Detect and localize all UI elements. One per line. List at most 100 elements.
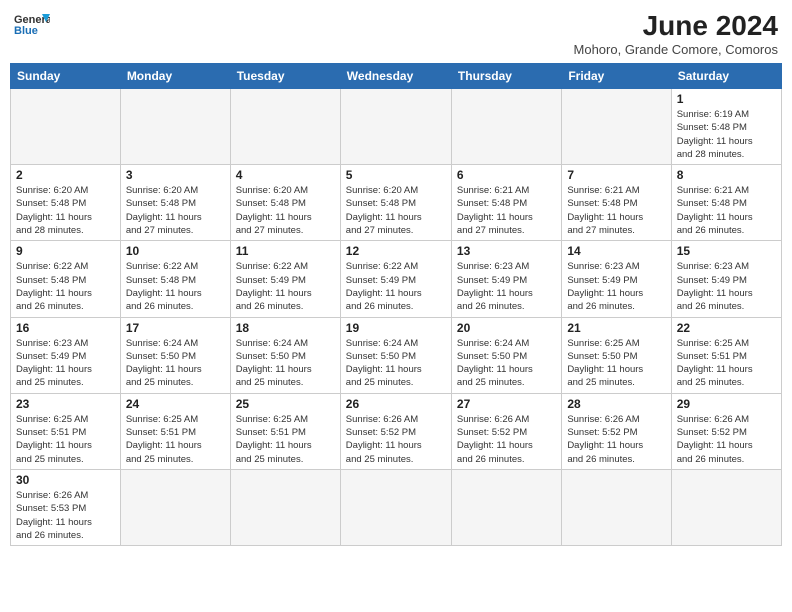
calendar-cell: [340, 469, 451, 545]
day-info: Sunrise: 6:25 AM Sunset: 5:51 PM Dayligh…: [677, 337, 776, 390]
day-number: 7: [567, 168, 665, 182]
day-number: 2: [16, 168, 115, 182]
weekday-header-monday: Monday: [120, 64, 230, 89]
day-info: Sunrise: 6:25 AM Sunset: 5:51 PM Dayligh…: [126, 413, 225, 466]
svg-text:Blue: Blue: [14, 25, 38, 37]
weekday-header-tuesday: Tuesday: [230, 64, 340, 89]
location-subtitle: Mohoro, Grande Comore, Comoros: [574, 42, 778, 57]
calendar-cell: 8 Sunrise: 6:21 AM Sunset: 5:48 PM Daylig…: [671, 165, 781, 241]
day-number: 1: [677, 92, 776, 106]
day-number: 5: [346, 168, 446, 182]
day-info: Sunrise: 6:20 AM Sunset: 5:48 PM Dayligh…: [126, 184, 225, 237]
day-info: Sunrise: 6:24 AM Sunset: 5:50 PM Dayligh…: [126, 337, 225, 390]
calendar-row-2: 2 Sunrise: 6:20 AM Sunset: 5:48 PM Daylig…: [11, 165, 782, 241]
day-number: 4: [236, 168, 335, 182]
calendar-cell: [340, 89, 451, 165]
day-info: Sunrise: 6:19 AM Sunset: 5:48 PM Dayligh…: [677, 108, 776, 161]
calendar-cell: [671, 469, 781, 545]
day-number: 28: [567, 397, 665, 411]
day-number: 21: [567, 321, 665, 335]
day-info: Sunrise: 6:22 AM Sunset: 5:49 PM Dayligh…: [236, 260, 335, 313]
day-number: 23: [16, 397, 115, 411]
weekday-header-thursday: Thursday: [451, 64, 561, 89]
calendar-cell: 23Sunrise: 6:25 AM Sunset: 5:51 PM Dayli…: [11, 393, 121, 469]
day-number: 11: [236, 244, 335, 258]
day-number: 9: [16, 244, 115, 258]
calendar-cell: [230, 89, 340, 165]
month-title: June 2024: [574, 10, 778, 42]
day-info: Sunrise: 6:20 AM Sunset: 5:48 PM Dayligh…: [16, 184, 115, 237]
day-info: Sunrise: 6:22 AM Sunset: 5:48 PM Dayligh…: [16, 260, 115, 313]
day-info: Sunrise: 6:23 AM Sunset: 5:49 PM Dayligh…: [677, 260, 776, 313]
day-number: 18: [236, 321, 335, 335]
day-info: Sunrise: 6:26 AM Sunset: 5:53 PM Dayligh…: [16, 489, 115, 542]
weekday-header-wednesday: Wednesday: [340, 64, 451, 89]
day-info: Sunrise: 6:25 AM Sunset: 5:50 PM Dayligh…: [567, 337, 665, 390]
calendar-cell: 13Sunrise: 6:23 AM Sunset: 5:49 PM Dayli…: [451, 241, 561, 317]
calendar-cell: 6 Sunrise: 6:21 AM Sunset: 5:48 PM Daylig…: [451, 165, 561, 241]
calendar-cell: [11, 89, 121, 165]
page-header: General Blue June 2024 Mohoro, Grande Co…: [10, 10, 782, 57]
day-info: Sunrise: 6:24 AM Sunset: 5:50 PM Dayligh…: [236, 337, 335, 390]
calendar-cell: [120, 89, 230, 165]
calendar-cell: 17 Sunrise: 6:24 AM Sunset: 5:50 PM Dayli…: [120, 317, 230, 393]
day-number: 29: [677, 397, 776, 411]
day-info: Sunrise: 6:21 AM Sunset: 5:48 PM Dayligh…: [677, 184, 776, 237]
day-number: 24: [126, 397, 225, 411]
calendar-cell: 2 Sunrise: 6:20 AM Sunset: 5:48 PM Daylig…: [11, 165, 121, 241]
calendar-cell: 24 Sunrise: 6:25 AM Sunset: 5:51 PM Dayli…: [120, 393, 230, 469]
day-info: Sunrise: 6:25 AM Sunset: 5:51 PM Dayligh…: [236, 413, 335, 466]
calendar-cell: 19Sunrise: 6:24 AM Sunset: 5:50 PM Dayli…: [340, 317, 451, 393]
weekday-header-sunday: Sunday: [11, 64, 121, 89]
day-number: 17: [126, 321, 225, 335]
calendar-cell: 28 Sunrise: 6:26 AM Sunset: 5:52 PM Dayli…: [562, 393, 671, 469]
day-number: 6: [457, 168, 556, 182]
calendar-cell: 4Sunrise: 6:20 AM Sunset: 5:48 PM Daylig…: [230, 165, 340, 241]
day-info: Sunrise: 6:23 AM Sunset: 5:49 PM Dayligh…: [567, 260, 665, 313]
day-info: Sunrise: 6:22 AM Sunset: 5:49 PM Dayligh…: [346, 260, 446, 313]
calendar-cell: [120, 469, 230, 545]
day-info: Sunrise: 6:22 AM Sunset: 5:48 PM Dayligh…: [126, 260, 225, 313]
calendar-cell: [451, 469, 561, 545]
day-number: 20: [457, 321, 556, 335]
weekday-header-friday: Friday: [562, 64, 671, 89]
day-number: 22: [677, 321, 776, 335]
calendar-row-1: 1 Sunrise: 6:19 AM Sunset: 5:48 PM Daylig…: [11, 89, 782, 165]
day-info: Sunrise: 6:21 AM Sunset: 5:48 PM Dayligh…: [457, 184, 556, 237]
calendar-cell: 18 Sunrise: 6:24 AM Sunset: 5:50 PM Dayli…: [230, 317, 340, 393]
calendar-cell: 30Sunrise: 6:26 AM Sunset: 5:53 PM Dayli…: [11, 469, 121, 545]
day-info: Sunrise: 6:24 AM Sunset: 5:50 PM Dayligh…: [457, 337, 556, 390]
logo: General Blue: [14, 10, 50, 38]
calendar-cell: [230, 469, 340, 545]
calendar-cell: [451, 89, 561, 165]
day-number: 27: [457, 397, 556, 411]
calendar-cell: 1 Sunrise: 6:19 AM Sunset: 5:48 PM Daylig…: [671, 89, 781, 165]
calendar-cell: 20 Sunrise: 6:24 AM Sunset: 5:50 PM Dayli…: [451, 317, 561, 393]
day-info: Sunrise: 6:20 AM Sunset: 5:48 PM Dayligh…: [346, 184, 446, 237]
logo-icon: General Blue: [14, 10, 50, 38]
calendar-cell: [562, 89, 671, 165]
calendar-cell: 15 Sunrise: 6:23 AM Sunset: 5:49 PM Dayli…: [671, 241, 781, 317]
calendar-cell: 26 Sunrise: 6:26 AM Sunset: 5:52 PM Dayli…: [340, 393, 451, 469]
day-number: 26: [346, 397, 446, 411]
day-info: Sunrise: 6:26 AM Sunset: 5:52 PM Dayligh…: [346, 413, 446, 466]
calendar-cell: 7Sunrise: 6:21 AM Sunset: 5:48 PM Daylig…: [562, 165, 671, 241]
day-info: Sunrise: 6:26 AM Sunset: 5:52 PM Dayligh…: [567, 413, 665, 466]
calendar-cell: 22 Sunrise: 6:25 AM Sunset: 5:51 PM Dayli…: [671, 317, 781, 393]
day-number: 8: [677, 168, 776, 182]
calendar-row-4: 16Sunrise: 6:23 AM Sunset: 5:49 PM Dayli…: [11, 317, 782, 393]
calendar-row-6: 30Sunrise: 6:26 AM Sunset: 5:53 PM Dayli…: [11, 469, 782, 545]
calendar-cell: 10Sunrise: 6:22 AM Sunset: 5:48 PM Dayli…: [120, 241, 230, 317]
day-info: Sunrise: 6:26 AM Sunset: 5:52 PM Dayligh…: [457, 413, 556, 466]
calendar-cell: 25Sunrise: 6:25 AM Sunset: 5:51 PM Dayli…: [230, 393, 340, 469]
day-info: Sunrise: 6:26 AM Sunset: 5:52 PM Dayligh…: [677, 413, 776, 466]
weekday-header-row: SundayMondayTuesdayWednesdayThursdayFrid…: [11, 64, 782, 89]
day-number: 15: [677, 244, 776, 258]
calendar-cell: 21 Sunrise: 6:25 AM Sunset: 5:50 PM Dayli…: [562, 317, 671, 393]
calendar-row-5: 23 Sunrise: 6:25 AM Sunset: 5:51 PM Dayli…: [11, 393, 782, 469]
day-number: 3: [126, 168, 225, 182]
day-number: 12: [346, 244, 446, 258]
calendar-cell: 5 Sunrise: 6:20 AM Sunset: 5:48 PM Daylig…: [340, 165, 451, 241]
calendar-cell: 11 Sunrise: 6:22 AM Sunset: 5:49 PM Dayli…: [230, 241, 340, 317]
day-number: 13: [457, 244, 556, 258]
